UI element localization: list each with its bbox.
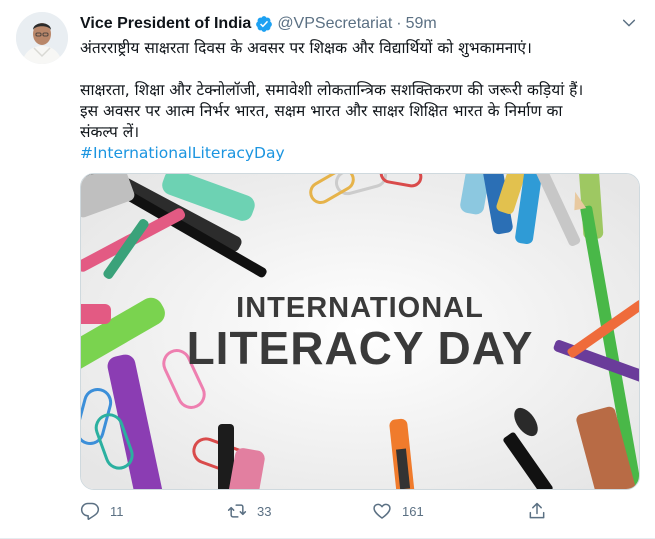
share-button[interactable] bbox=[527, 499, 547, 523]
reply-icon bbox=[80, 502, 100, 520]
tweet-text-line: अंतरराष्ट्रीय साक्षरता दिवस के अवसर पर श… bbox=[80, 39, 532, 57]
like-icon bbox=[373, 503, 391, 519]
author-name[interactable]: Vice President of India bbox=[80, 15, 251, 33]
tweet-header: Vice President of India @VPSecretariat ·… bbox=[80, 13, 635, 35]
tweet-card[interactable]: Vice President of India @VPSecretariat ·… bbox=[0, 0, 655, 539]
tweet-media[interactable]: INTERNATIONAL LITERACY DAY bbox=[80, 173, 640, 490]
retweet-icon bbox=[227, 504, 247, 518]
author-handle[interactable]: @VPSecretariat bbox=[277, 15, 392, 33]
like-button[interactable]: 161 bbox=[372, 499, 424, 523]
reply-button[interactable]: 11 bbox=[80, 499, 124, 523]
tweet-text-line: साक्षरता, शिक्षा और टेक्नोलॉजी, समावेशी … bbox=[80, 81, 584, 99]
like-count: 161 bbox=[402, 503, 424, 519]
header-separator: · bbox=[396, 15, 402, 32]
reply-count: 11 bbox=[110, 503, 124, 519]
retweet-count: 33 bbox=[257, 503, 272, 519]
share-icon bbox=[529, 502, 545, 519]
chevron-down-icon[interactable] bbox=[621, 15, 637, 31]
tweet-timestamp[interactable]: 59m bbox=[406, 15, 437, 33]
image-title-line1: INTERNATIONAL bbox=[236, 292, 484, 324]
avatar[interactable] bbox=[16, 12, 68, 64]
tweet-actions: 11 33 161 bbox=[80, 499, 620, 523]
tweet-text: अंतरराष्ट्रीय साक्षरता दिवस के अवसर पर श… bbox=[80, 38, 640, 164]
retweet-button[interactable]: 33 bbox=[227, 499, 271, 523]
tweet-text-line: संकल्प लें। bbox=[80, 123, 140, 141]
avatar-image bbox=[16, 12, 68, 64]
image-title-line2: LITERACY DAY bbox=[187, 322, 534, 374]
tweet-text-line: इस अवसर पर आत्म निर्भर भारत, सक्षम भारत … bbox=[80, 102, 563, 120]
verified-badge-icon bbox=[256, 16, 273, 32]
literacy-day-image: INTERNATIONAL LITERACY DAY bbox=[81, 174, 639, 489]
hashtag-link[interactable]: #InternationalLiteracyDay bbox=[80, 144, 285, 162]
